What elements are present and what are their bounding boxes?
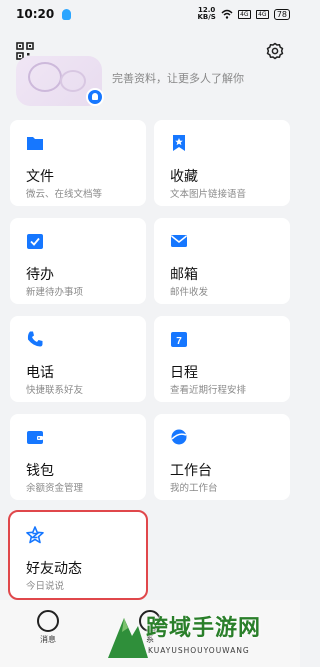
message-bubble-icon xyxy=(37,610,59,632)
calendar-day: 7 xyxy=(176,336,182,347)
card-title: 日程 xyxy=(170,365,198,381)
card-title: 文件 xyxy=(26,169,54,185)
signal-icon-1: 4G xyxy=(237,9,251,19)
wifi-icon xyxy=(221,9,233,19)
watermark-text: 跨域手游网 xyxy=(146,616,262,641)
card-wallet[interactable]: 钱包 余额资金管理 xyxy=(10,414,146,500)
network-speed: 12.0 KB/S xyxy=(197,7,215,21)
card-subtitle: 邮件收发 xyxy=(170,287,209,298)
card-title: 电话 xyxy=(26,365,54,381)
card-mail[interactable]: 邮箱 邮件收发 xyxy=(154,218,290,304)
card-subtitle: 新建待办事项 xyxy=(26,287,84,298)
card-favorites[interactable]: 收藏 文本图片链接语音 xyxy=(154,120,290,206)
card-subtitle: 我的工作台 xyxy=(170,483,218,494)
todo-check-icon xyxy=(27,234,43,249)
qq-notification-icon xyxy=(62,8,72,20)
calendar-icon: 7 xyxy=(171,332,187,347)
folder-icon xyxy=(27,137,43,150)
speed-unit: KB/S xyxy=(197,13,216,21)
card-files[interactable]: 文件 微云、在线文档等 xyxy=(10,120,146,206)
watermark-subtext: KUAYUSHOUYOUWANG xyxy=(148,646,250,655)
qq-badge-icon xyxy=(86,88,104,106)
card-title: 邮箱 xyxy=(170,267,198,283)
nav-messages[interactable]: 消息 xyxy=(28,610,68,650)
profile-hint[interactable]: 完善资料，让更多人了解你 xyxy=(112,70,244,86)
card-title: 待办 xyxy=(26,267,54,283)
phone-icon xyxy=(27,331,43,347)
profile-section[interactable]: 完善资料，让更多人了解你 xyxy=(0,56,300,106)
planet-icon xyxy=(171,429,187,445)
status-time: 10:20 xyxy=(16,7,55,21)
card-title: 钱包 xyxy=(26,463,54,479)
card-todo[interactable]: 待办 新建待办事项 xyxy=(10,218,146,304)
status-indicators: 12.0 KB/S 4G 4G 78 xyxy=(197,7,290,21)
star-z-icon xyxy=(26,526,44,544)
battery-icon: 78 xyxy=(273,8,290,20)
card-subtitle: 余额资金管理 xyxy=(26,483,84,494)
card-phone[interactable]: 电话 快捷联系好友 xyxy=(10,316,146,402)
card-workbench[interactable]: 工作台 我的工作台 xyxy=(154,414,290,500)
nav-label: 消息 xyxy=(40,635,56,644)
card-schedule[interactable]: 7 日程 查看近期行程安排 xyxy=(154,316,290,402)
card-title: 工作台 xyxy=(170,463,212,479)
card-friend-feed[interactable]: 好友动态 今日说说 xyxy=(8,510,148,600)
mail-icon xyxy=(171,235,187,247)
card-subtitle: 查看近期行程安排 xyxy=(170,385,247,396)
card-title: 好友动态 xyxy=(26,561,82,577)
card-title: 收藏 xyxy=(170,169,198,185)
bookmark-star-icon xyxy=(173,135,185,151)
card-subtitle: 今日说说 xyxy=(26,581,65,592)
wallet-icon xyxy=(27,431,43,444)
card-subtitle: 快捷联系好友 xyxy=(26,385,84,396)
watermark-logo: 跨域手游网 KUAYUSHOUYOUWANG xyxy=(106,604,300,664)
gear-icon[interactable] xyxy=(266,42,284,60)
card-subtitle: 文本图片链接语音 xyxy=(170,189,247,200)
signal-icon-2: 4G xyxy=(255,9,269,19)
card-subtitle: 微云、在线文档等 xyxy=(26,189,103,200)
watermark-mountain-icon xyxy=(108,618,148,658)
status-bar: 10:20 12.0 KB/S 4G 4G 78 xyxy=(0,0,300,28)
